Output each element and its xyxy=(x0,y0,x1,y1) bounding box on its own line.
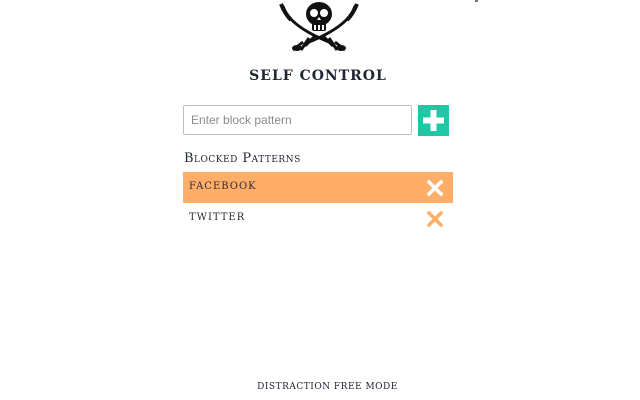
pirate-logo-icon xyxy=(279,0,359,56)
window-edge-mark xyxy=(475,0,478,2)
blocked-pattern-row[interactable]: TWITTER xyxy=(183,203,453,234)
close-icon xyxy=(427,180,443,196)
app-title: SELF CONTROL xyxy=(249,68,387,84)
blocked-pattern-label: FACEBOOK xyxy=(189,181,257,192)
plus-icon xyxy=(418,105,449,136)
blocked-patterns-heading: Blocked Patterns xyxy=(184,151,301,166)
close-icon xyxy=(427,211,443,227)
self-control-app: SELF CONTROL Blocked Patterns FACEBOOK T… xyxy=(0,0,640,400)
blocked-pattern-label: TWITTER xyxy=(189,212,246,223)
blocked-patterns-list: FACEBOOK TWITTER xyxy=(183,172,453,234)
footer-mode-text: DISTRACTION FREE MODE xyxy=(257,382,398,392)
blocked-pattern-row[interactable]: FACEBOOK xyxy=(183,172,453,203)
add-pattern-button[interactable] xyxy=(418,105,449,136)
remove-pattern-button[interactable] xyxy=(427,211,443,227)
block-pattern-input[interactable] xyxy=(183,105,412,135)
remove-pattern-button[interactable] xyxy=(427,180,443,196)
